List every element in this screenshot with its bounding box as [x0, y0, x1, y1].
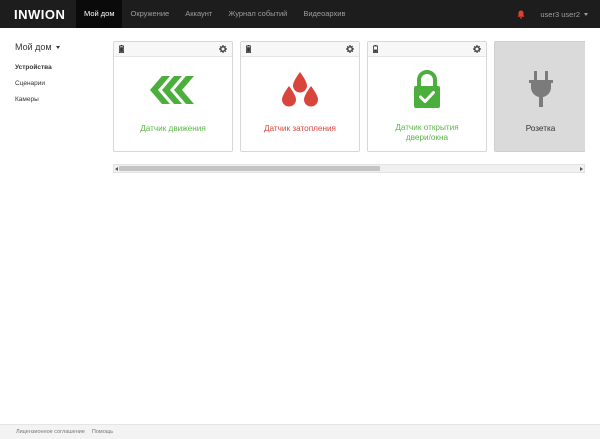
card-label: Датчик затопления [264, 124, 336, 133]
battery-low-icon [373, 41, 378, 58]
scrollbar-thumb[interactable] [119, 166, 380, 171]
card-label: Датчик открытия двери/окна [368, 123, 486, 143]
gear-icon[interactable] [473, 41, 481, 58]
chevron-down-icon [55, 45, 60, 49]
power-plug-icon [495, 58, 585, 122]
scroll-left-arrow-icon[interactable] [115, 166, 118, 171]
water-drops-icon [241, 58, 359, 122]
home-selector[interactable]: Мой дом [15, 42, 95, 52]
battery-icon [119, 41, 124, 58]
footer-link-license[interactable]: Лицензионное соглашение [16, 429, 85, 435]
device-card-socket[interactable]: Розетка [494, 41, 585, 152]
nav-item-my-home[interactable]: Мой дом [76, 0, 123, 28]
device-card-flood-sensor[interactable]: Датчик затопления [240, 41, 360, 152]
device-card-door-sensor[interactable]: Датчик открытия двери/окна [367, 41, 487, 152]
user-name: user3 user2 [540, 9, 580, 19]
motion-chevrons-icon [114, 58, 232, 122]
nav-item-environment[interactable]: Окружение [122, 0, 177, 28]
chevron-down-icon [584, 12, 588, 16]
home-title: Мой дом [15, 42, 52, 52]
footer-link-help[interactable]: Помощь [92, 429, 113, 435]
card-header [241, 42, 359, 57]
bell-icon[interactable] [516, 9, 526, 19]
sidebar-item-cameras[interactable]: Камеры [15, 92, 95, 108]
cards-horizontal-scrollbar[interactable] [113, 164, 585, 173]
sidebar-item-scenarios[interactable]: Сценарии [15, 76, 95, 92]
gear-icon[interactable] [346, 41, 354, 58]
gear-icon[interactable] [219, 41, 227, 58]
nav-item-account[interactable]: Аккаунт [177, 0, 220, 28]
device-cards: Датчик движения Датчик затопления Датчик… [113, 41, 585, 152]
device-card-motion-sensor[interactable]: Датчик движения [113, 41, 233, 152]
brand-logo[interactable]: INWION [14, 7, 76, 22]
padlock-check-icon [368, 58, 486, 122]
main-nav: Мой дом Окружение Аккаунт Журнал событий… [76, 0, 353, 28]
user-menu[interactable]: user3 user2 [540, 10, 588, 19]
battery-icon [246, 41, 251, 58]
card-label-line2: двери/окна [405, 133, 449, 142]
top-navbar: INWION Мой дом Окружение Аккаунт Журнал … [0, 0, 600, 28]
sidebar-item-devices[interactable]: Устройства [15, 60, 95, 76]
nav-right: user3 user2 [516, 0, 600, 28]
card-label: Датчик движения [140, 124, 206, 133]
card-label-line1: Датчик открытия [395, 123, 459, 132]
nav-item-video-archive[interactable]: Видеоархив [295, 0, 353, 28]
nav-item-event-log[interactable]: Журнал событий [220, 0, 295, 28]
scroll-right-arrow-icon[interactable] [580, 166, 583, 171]
footer: Лицензионное соглашение Помощь [0, 424, 600, 439]
card-label: Розетка [525, 124, 556, 133]
sidebar: Мой дом Устройства Сценарии Камеры [15, 42, 95, 108]
card-header [114, 42, 232, 57]
card-header [368, 42, 486, 57]
